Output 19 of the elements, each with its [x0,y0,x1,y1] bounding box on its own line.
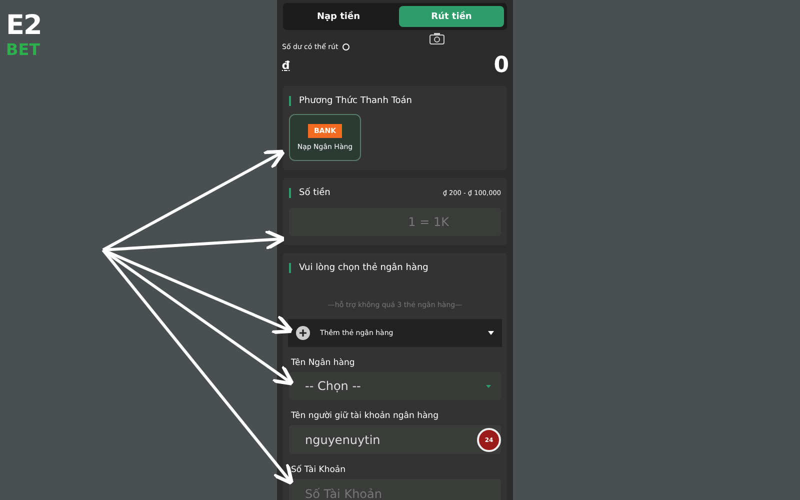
field-label: Số Tài Khoản [290,465,347,475]
plus-icon [296,326,310,340]
section-title: Phương Thức Thanh Toán [289,96,501,106]
logo-subtext: BET [6,40,42,59]
amount-field[interactable]: 1 = 1K [289,208,501,236]
field-label: Tên Ngân hàng [290,358,356,368]
text-field[interactable]: Số Tài Khoản [289,479,501,500]
refresh-icon[interactable] [342,43,350,51]
camera-icon[interactable] [429,32,445,45]
bank-select[interactable]: -- Chọn -- [289,372,501,400]
field-label: Tên người giữ tài khoản ngân hàng [290,411,440,421]
caret-icon [488,331,494,335]
section-title: Số tiền [289,188,330,198]
logo-text: E2 [6,10,42,41]
tab[interactable]: Nạp tiền [286,6,391,27]
caret-icon [486,384,491,388]
section-title: Vui lòng chọn thẻ ngân hàng [289,263,501,273]
currency-sign: ₫ [282,59,290,72]
balance-amount: 0 [494,53,509,78]
